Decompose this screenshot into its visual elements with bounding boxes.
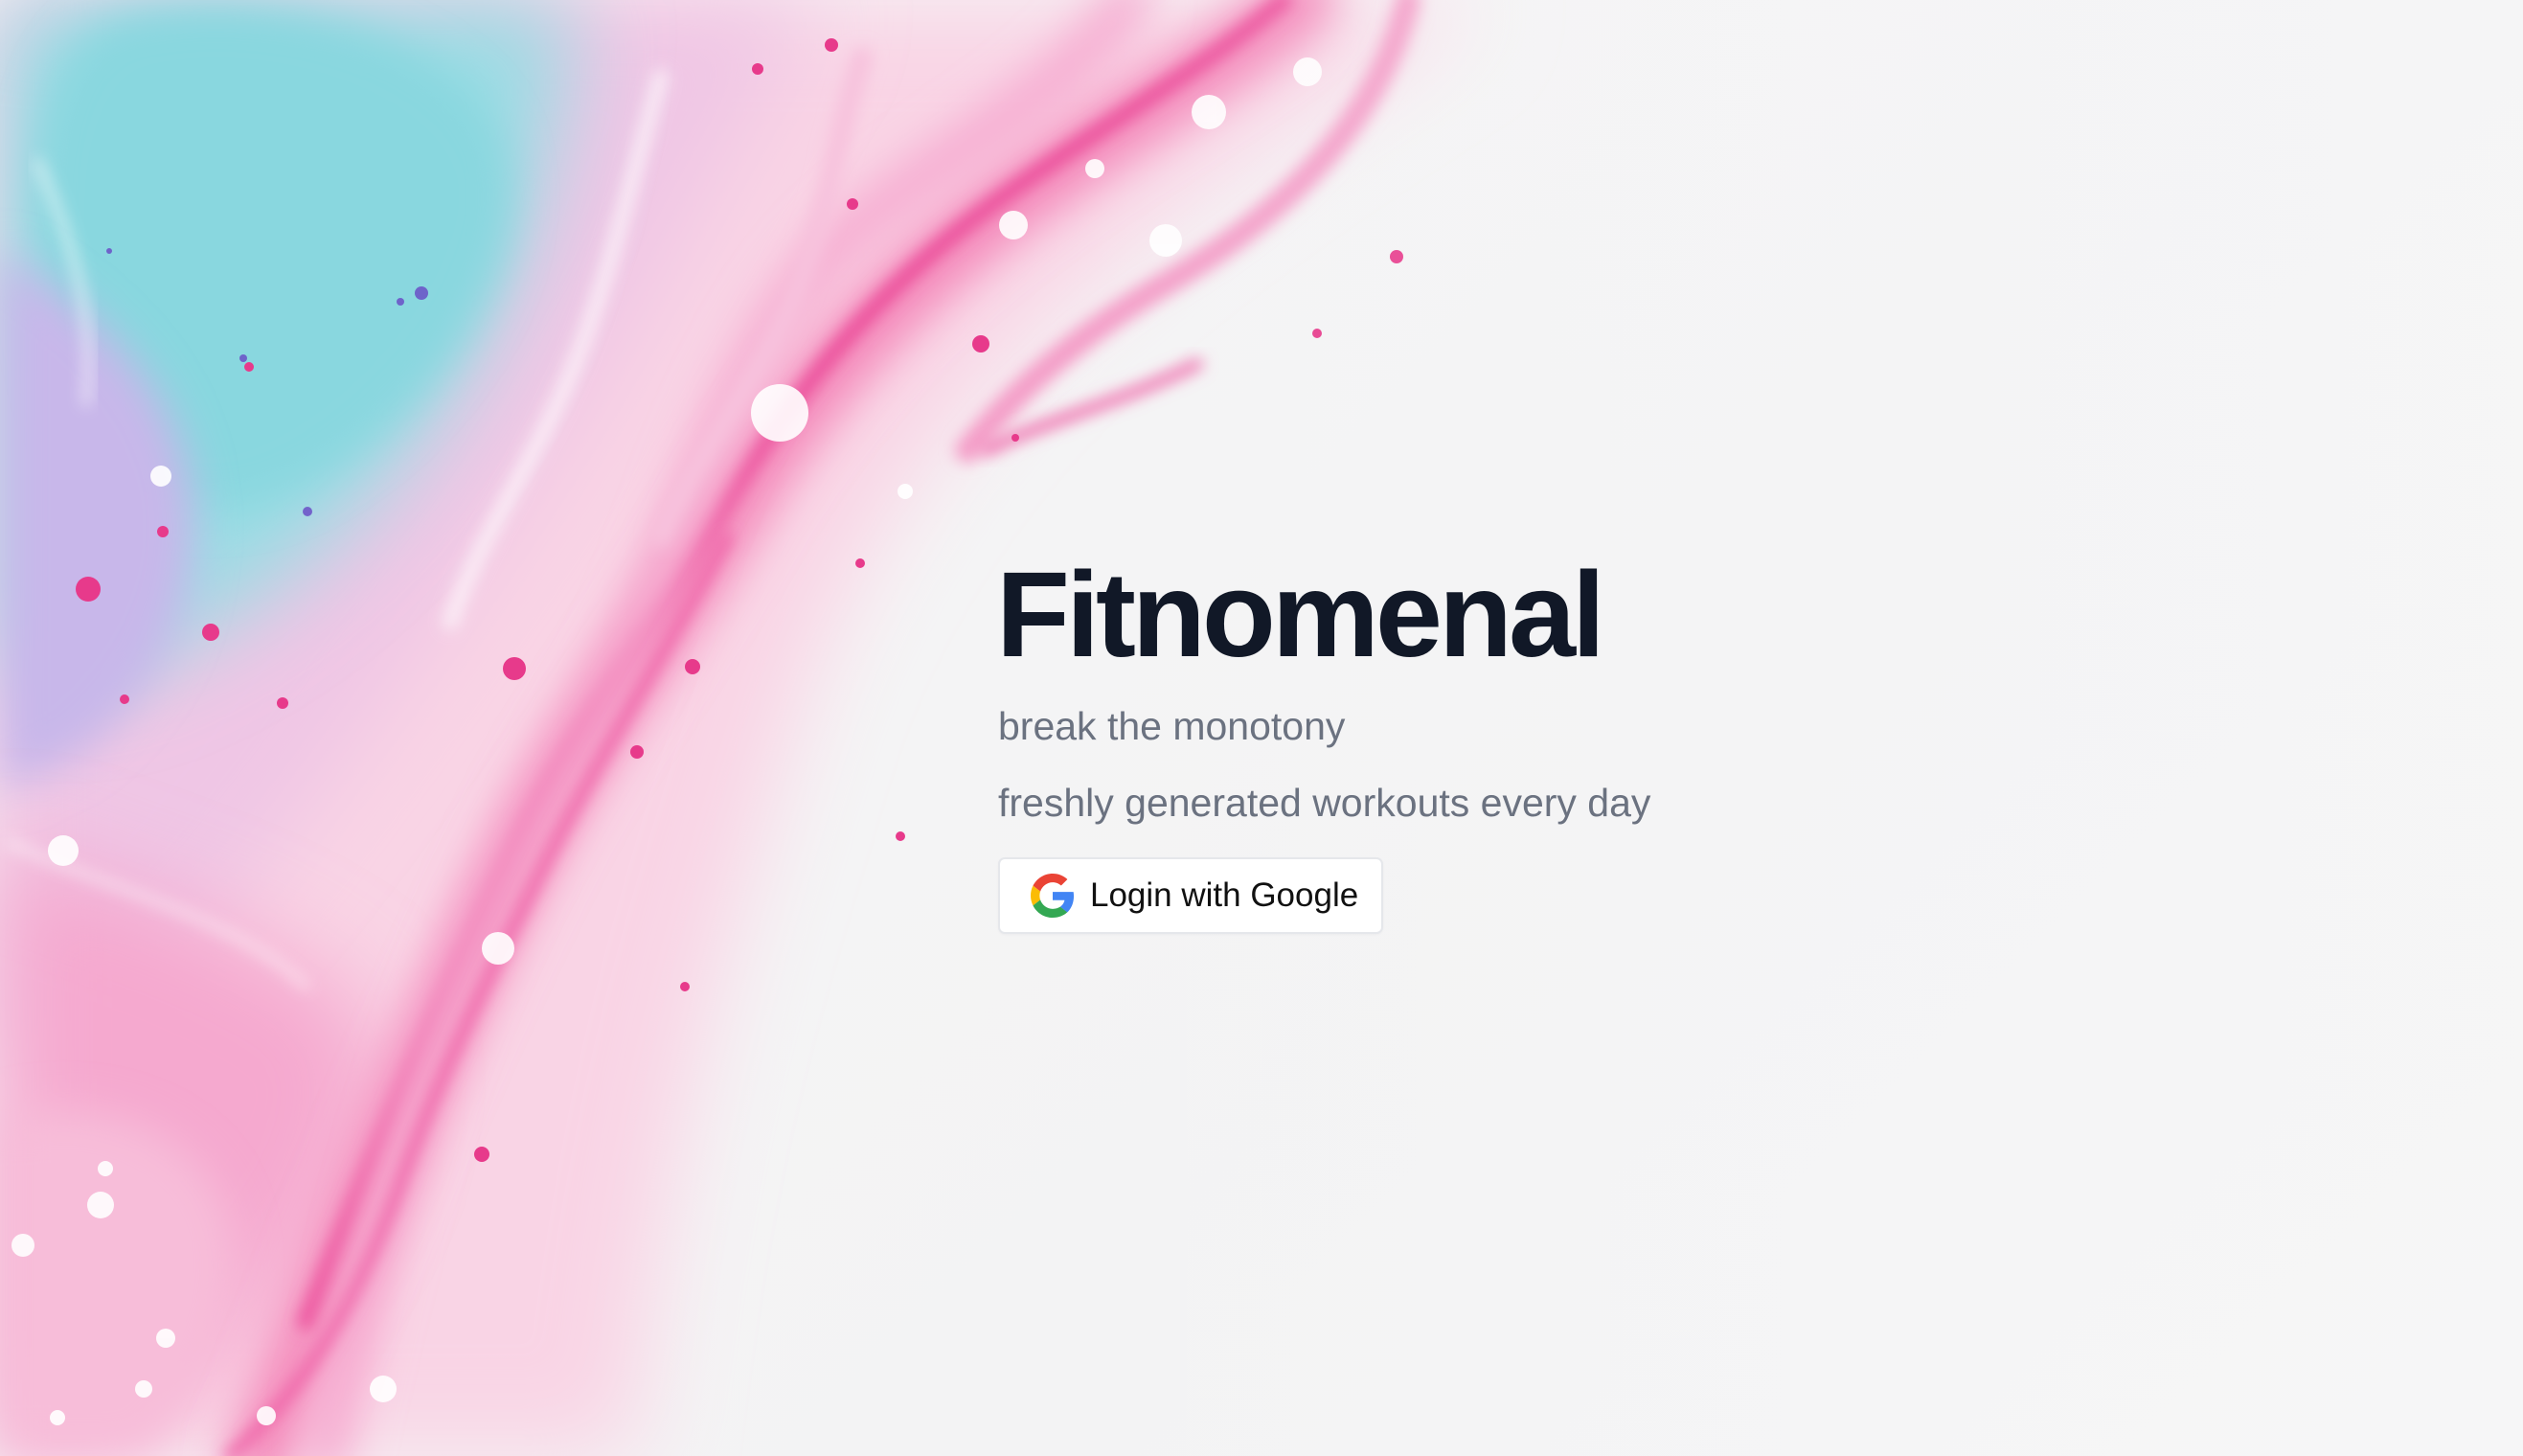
tagline: break the monotony xyxy=(998,704,1346,748)
login-button-label: Login with Google xyxy=(1090,876,1359,914)
hero-section: Fitnomenal break the monotony freshly ge… xyxy=(996,548,1858,950)
login-with-google-button[interactable]: Login with Google xyxy=(998,857,1383,934)
google-icon xyxy=(1031,874,1075,918)
landing-page: Fitnomenal break the monotony freshly ge… xyxy=(0,0,2523,1456)
app-title: Fitnomenal xyxy=(996,547,1605,682)
sub-tagline: freshly generated workouts every day xyxy=(998,781,1651,825)
